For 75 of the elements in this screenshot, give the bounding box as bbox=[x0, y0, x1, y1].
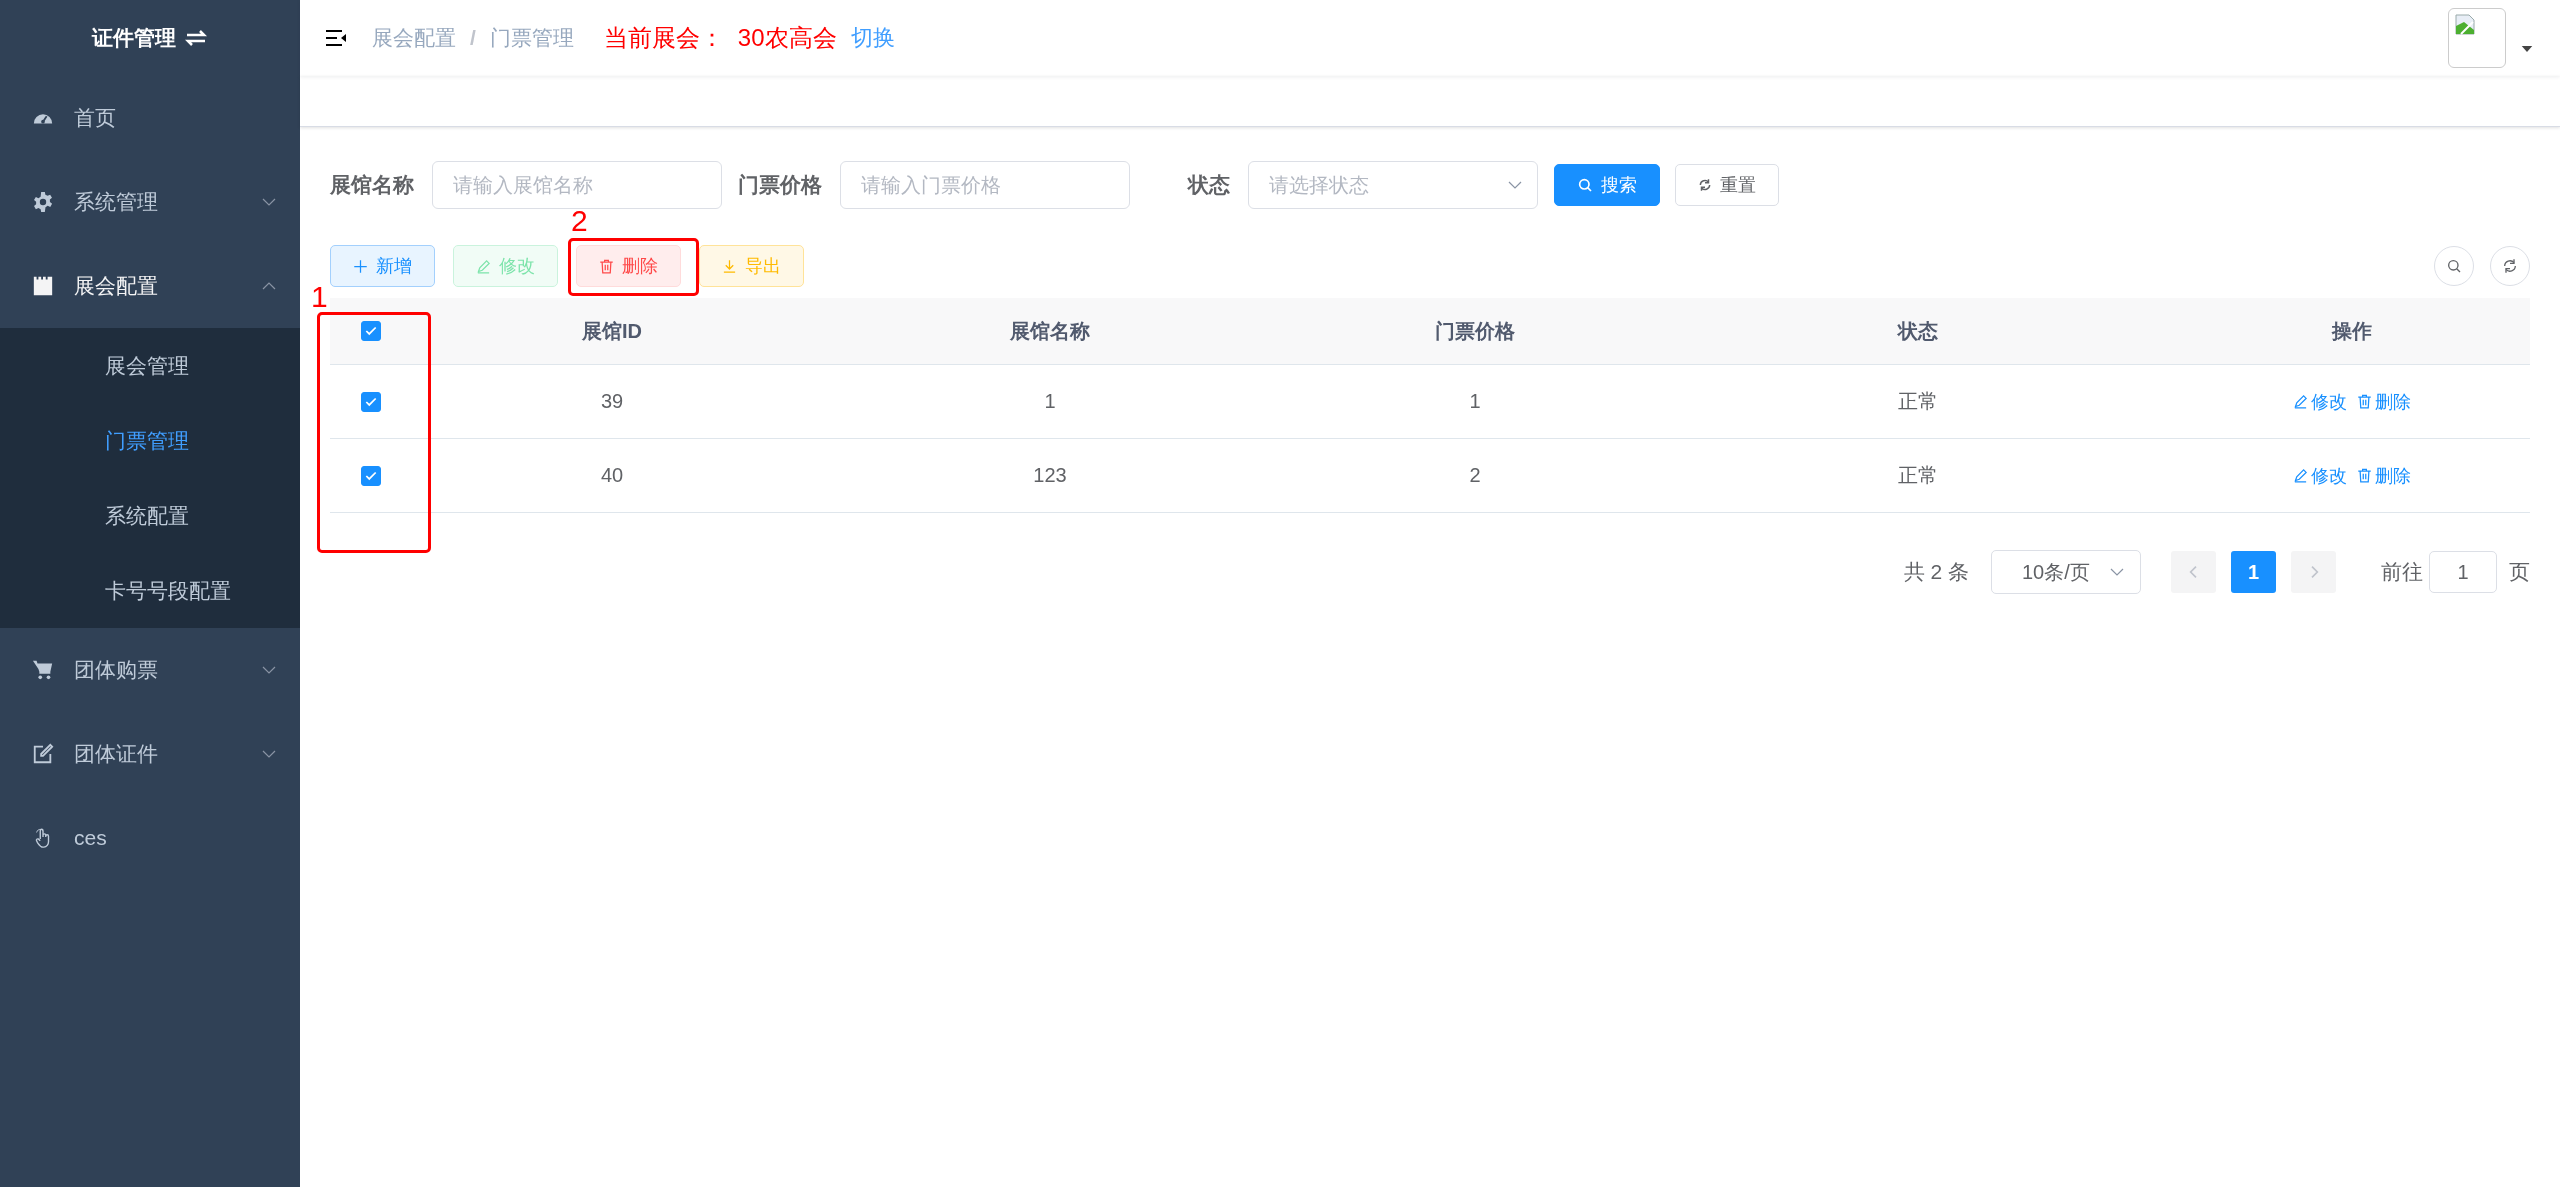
pencil-icon bbox=[476, 258, 491, 274]
board-icon bbox=[32, 275, 54, 297]
page-size-select[interactable]: 10条/页 bbox=[1991, 550, 2141, 594]
annotation-label: 2 bbox=[571, 206, 588, 236]
table-cell: 123 bbox=[1033, 464, 1067, 487]
checkbox[interactable] bbox=[361, 465, 381, 486]
column-header: 门票价格 bbox=[1435, 318, 1515, 344]
search-icon bbox=[1577, 177, 1593, 193]
download-icon bbox=[722, 258, 737, 274]
table-cell-text: 正常 bbox=[1898, 389, 1938, 414]
column-header: 展馆名称 bbox=[1010, 318, 1090, 344]
goto-label: 前往 bbox=[2381, 559, 2423, 585]
current-exhibition-name: 30农高会 bbox=[737, 23, 837, 53]
plus-icon bbox=[353, 258, 368, 274]
switch-link[interactable]: 切换 bbox=[850, 23, 895, 53]
current-exhibition-label: 当前展会： bbox=[603, 23, 724, 53]
delete-link[interactable]: 删除 bbox=[2357, 463, 2411, 488]
broken-image-icon bbox=[2453, 13, 2477, 37]
menu-item[interactable]: 展会配置 bbox=[0, 244, 300, 328]
input-field[interactable]: 请输入门票价格 bbox=[840, 161, 1130, 209]
edit-link[interactable]: 修改 bbox=[2293, 389, 2347, 414]
checkbox[interactable] bbox=[361, 321, 381, 341]
table-cell-text: 正常 bbox=[1898, 463, 1938, 488]
menu-item[interactable]: 团体证件 bbox=[0, 712, 300, 796]
search-button[interactable]: 搜索 bbox=[1554, 164, 1660, 206]
table-cell: 40 bbox=[600, 464, 624, 487]
submenu-item[interactable]: 展会管理 bbox=[105, 351, 189, 380]
trash-icon bbox=[599, 258, 614, 274]
menu-item[interactable]: 系统管理 bbox=[0, 160, 300, 244]
submenu-item[interactable]: 卡号号段配置 bbox=[105, 576, 231, 605]
edit-icon bbox=[32, 743, 54, 765]
column-header: 操作 bbox=[2332, 318, 2372, 344]
checkmark-icon bbox=[364, 324, 378, 338]
field-label: 状态 bbox=[1186, 172, 1231, 198]
input-field[interactable]: 请输入展馆名称 bbox=[432, 161, 722, 209]
refresh-button[interactable] bbox=[2490, 246, 2530, 286]
add-button[interactable]: 新增 bbox=[330, 245, 435, 287]
pencil-icon bbox=[2293, 468, 2308, 483]
avatar[interactable] bbox=[2448, 8, 2506, 68]
menu-item[interactable]: 团体购票 bbox=[0, 628, 300, 712]
delete-button[interactable]: 删除 bbox=[576, 245, 681, 287]
pencil-icon bbox=[2293, 394, 2308, 409]
breadcrumb-separator: / bbox=[470, 26, 476, 50]
table-cell: 1 bbox=[1044, 390, 1056, 413]
checkbox[interactable] bbox=[361, 391, 381, 412]
reset-button[interactable]: 重置 bbox=[1675, 164, 1779, 206]
column-header: 展馆ID bbox=[582, 318, 642, 344]
page-suffix: 页 bbox=[2509, 559, 2530, 585]
page-input[interactable]: 1 bbox=[2429, 551, 2497, 593]
cart-icon bbox=[32, 659, 54, 681]
submenu-item[interactable]: 门票管理 bbox=[105, 426, 189, 455]
status-select[interactable]: 请选择状态 bbox=[1248, 161, 1538, 209]
refresh-icon bbox=[1698, 178, 1712, 192]
table-cell: 1 bbox=[1469, 390, 1481, 413]
delete-link[interactable]: 删除 bbox=[2357, 389, 2411, 414]
trash-icon bbox=[2357, 394, 2372, 409]
app-title: 证件管理 bbox=[92, 25, 176, 51]
table-cell: 2 bbox=[1469, 464, 1481, 487]
annotation-label: 1 bbox=[311, 282, 328, 312]
field-label: 展馆名称 bbox=[330, 172, 415, 198]
field-label: 门票价格 bbox=[738, 172, 823, 198]
refresh-icon bbox=[2502, 258, 2518, 274]
breadcrumb-item: 门票管理 bbox=[489, 25, 574, 51]
gear-icon bbox=[32, 191, 54, 213]
trash-icon bbox=[2357, 468, 2372, 483]
submenu-item[interactable]: 系统配置 bbox=[105, 501, 189, 530]
search-toggle-button[interactable] bbox=[2434, 246, 2474, 286]
table-cell: 39 bbox=[600, 390, 624, 413]
search-icon bbox=[2446, 258, 2462, 274]
column-header: 状态 bbox=[1898, 318, 1938, 344]
page-number[interactable]: 1 bbox=[2231, 551, 2276, 593]
menu-item[interactable]: 首页 bbox=[0, 76, 300, 160]
total-count: 共 2 条 bbox=[1903, 559, 1969, 585]
edit-link[interactable]: 修改 bbox=[2293, 463, 2347, 488]
menu-item[interactable]: ces bbox=[0, 796, 300, 880]
